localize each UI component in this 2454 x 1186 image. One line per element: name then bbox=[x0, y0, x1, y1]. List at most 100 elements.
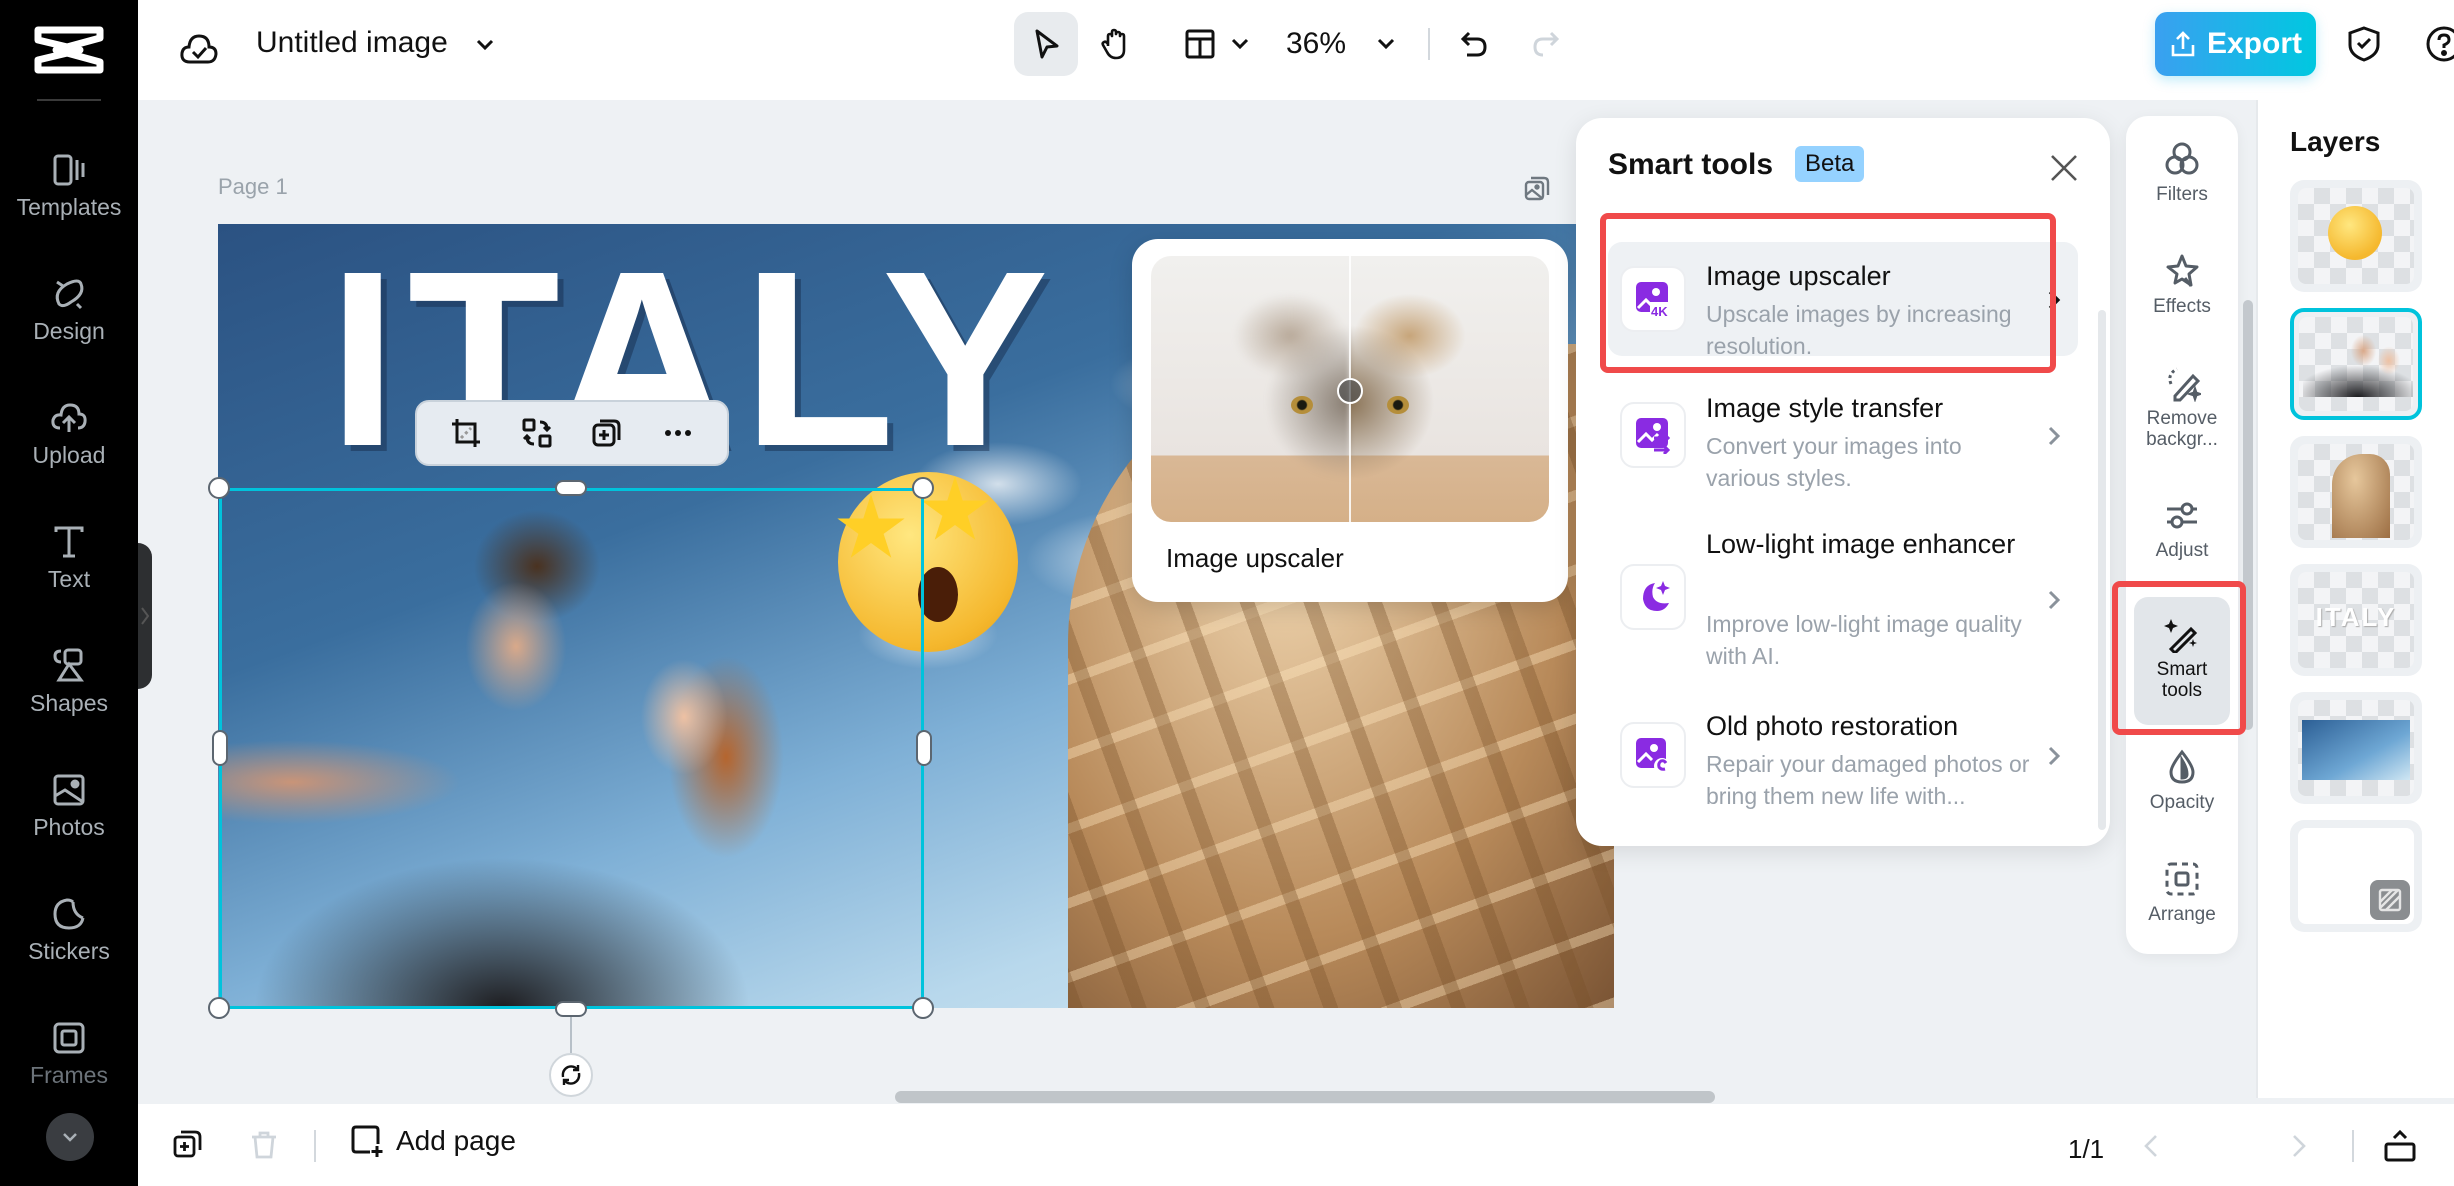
help-button[interactable] bbox=[2422, 22, 2454, 66]
sidebar-item-design[interactable]: Design bbox=[0, 274, 138, 345]
sidebar-item-stickers[interactable]: Stickers bbox=[0, 894, 138, 965]
hand-icon bbox=[1101, 28, 1126, 60]
rotate-connector bbox=[570, 1017, 572, 1053]
next-page-button[interactable] bbox=[2282, 1130, 2314, 1162]
strip-item-effects[interactable]: Effects bbox=[2134, 252, 2230, 352]
redo-button[interactable] bbox=[1520, 18, 1572, 70]
resize-handle-bottom-right[interactable] bbox=[912, 997, 934, 1019]
add-page-button[interactable]: Add page bbox=[350, 1124, 516, 1158]
layout-icon bbox=[1185, 29, 1215, 59]
panel-scrollbar[interactable] bbox=[2098, 310, 2106, 830]
page-duplicate-icon[interactable] bbox=[1522, 173, 1552, 203]
style-transfer-icon bbox=[1620, 402, 1686, 468]
preview-before-half bbox=[1151, 256, 1350, 522]
strip-item-adjust[interactable]: Adjust bbox=[2134, 496, 2230, 596]
magic-wand-icon bbox=[2164, 619, 2198, 653]
layer-item-background[interactable] bbox=[2290, 820, 2422, 932]
opacity-drop-icon bbox=[2169, 749, 2195, 784]
sidebar-item-shapes[interactable]: Shapes bbox=[0, 646, 138, 717]
templates-icon bbox=[53, 154, 85, 186]
strip-label: Adjust bbox=[2155, 540, 2209, 561]
chevron-right-icon bbox=[2048, 290, 2061, 310]
duplicate-page-button[interactable] bbox=[166, 1122, 210, 1166]
layout-tool-button[interactable] bbox=[1174, 18, 1226, 70]
resize-handle-left[interactable] bbox=[212, 730, 228, 766]
more-options-button[interactable] bbox=[656, 411, 700, 455]
tool-item-old-photo-restoration[interactable]: Old photo restoration Repair your damage… bbox=[1608, 700, 2078, 816]
low-light-moon-icon bbox=[1620, 564, 1686, 630]
duplicate-button[interactable] bbox=[585, 411, 629, 455]
resize-handle-bottom-left[interactable] bbox=[208, 997, 230, 1019]
replace-button[interactable] bbox=[515, 411, 559, 455]
sidebar-item-photos[interactable]: Photos bbox=[0, 770, 138, 841]
bottom-divider bbox=[2352, 1130, 2354, 1162]
strip-item-opacity[interactable]: Opacity bbox=[2134, 748, 2230, 848]
strip-item-arrange[interactable]: Arrange bbox=[2134, 860, 2230, 960]
expand-pages-button[interactable] bbox=[2378, 1124, 2422, 1168]
tower-thumbnail bbox=[2332, 454, 2390, 538]
cloud-saved-icon[interactable] bbox=[178, 28, 220, 70]
stickers-icon bbox=[53, 898, 85, 930]
resize-handle-top-right[interactable] bbox=[912, 477, 934, 499]
rotate-handle[interactable] bbox=[549, 1053, 593, 1097]
hand-tool-button[interactable] bbox=[1084, 12, 1148, 76]
previous-page-button[interactable] bbox=[2136, 1130, 2168, 1162]
tool-item-image-style-transfer[interactable]: Image style transfer Convert your images… bbox=[1608, 380, 2078, 494]
undo-button[interactable] bbox=[1448, 18, 1500, 70]
cat-eye bbox=[1291, 396, 1313, 414]
resize-handle-top[interactable] bbox=[555, 480, 587, 496]
document-title[interactable]: Untitled image bbox=[256, 26, 448, 60]
strip-item-remove-background[interactable]: Remove backgr... bbox=[2134, 364, 2230, 476]
chevron-down-icon[interactable] bbox=[1226, 30, 1254, 58]
layer-item-tower[interactable] bbox=[2290, 436, 2422, 548]
tool-name: Old photo restoration bbox=[1706, 711, 1959, 741]
layer-item-italy-text[interactable]: ITALY bbox=[2290, 564, 2422, 676]
strip-label: Effects bbox=[2153, 296, 2211, 317]
sidebar-collapse-tab[interactable] bbox=[138, 543, 152, 689]
background-badge bbox=[2370, 880, 2410, 920]
tool-preview-card: Image upscaler bbox=[1132, 239, 1568, 602]
strip-item-smart-tools[interactable]: Smart tools bbox=[2134, 597, 2230, 725]
select-tool-button[interactable] bbox=[1014, 12, 1078, 76]
export-button[interactable]: Export bbox=[2155, 12, 2316, 76]
sidebar-item-upload[interactable]: Upload bbox=[0, 398, 138, 469]
horizontal-scrollbar[interactable] bbox=[895, 1091, 1715, 1103]
tool-desc: Repair your damaged photos or bring them… bbox=[1706, 751, 2030, 809]
resize-handle-bottom[interactable] bbox=[555, 1001, 587, 1017]
resize-handle-right[interactable] bbox=[916, 730, 932, 766]
tool-strip-scrollbar[interactable] bbox=[2243, 300, 2253, 730]
tool-item-low-light-enhancer[interactable]: Low-light image enhancer Improve low-lig… bbox=[1608, 522, 2078, 682]
layer-item-emoji[interactable] bbox=[2290, 180, 2422, 292]
tool-item-image-upscaler[interactable]: 4K Image upscaler Upscale images by incr… bbox=[1608, 242, 2078, 359]
sidebar-item-text[interactable]: Text bbox=[0, 522, 138, 593]
shield-button[interactable] bbox=[2342, 22, 2386, 66]
strip-item-filters[interactable]: Filters bbox=[2134, 140, 2230, 240]
capcut-logo[interactable] bbox=[30, 22, 108, 78]
duplicate-icon bbox=[592, 419, 621, 447]
more-horizontal-icon bbox=[664, 430, 691, 436]
sidebar-item-templates[interactable]: Templates bbox=[0, 150, 138, 221]
upscaler-preview-image bbox=[1151, 256, 1549, 522]
layer-item-couple[interactable] bbox=[2290, 308, 2422, 420]
resize-handle-top-left[interactable] bbox=[208, 477, 230, 499]
layer-item-sky[interactable] bbox=[2290, 692, 2422, 804]
undo-icon bbox=[1460, 31, 1487, 57]
close-icon[interactable] bbox=[2046, 150, 2082, 186]
replace-swap-icon bbox=[522, 418, 552, 448]
delete-page-button[interactable] bbox=[242, 1122, 286, 1166]
preview-after-half bbox=[1350, 256, 1549, 522]
rotate-icon bbox=[561, 1065, 581, 1085]
zoom-dropdown-chevron-icon[interactable] bbox=[1372, 30, 1400, 58]
property-tool-strip: Filters Effects Remove backgr... Adjust … bbox=[2126, 116, 2238, 954]
zoom-level[interactable]: 36% bbox=[1286, 27, 1346, 61]
top-bar: Untitled image 36% Export bbox=[138, 0, 2454, 100]
layer-thumbnail bbox=[2298, 700, 2414, 796]
sidebar-more-button[interactable] bbox=[46, 1113, 94, 1161]
adjust-sliders-icon bbox=[2167, 502, 2197, 529]
chevron-down-icon[interactable] bbox=[470, 30, 500, 60]
shield-check-icon bbox=[2348, 26, 2380, 62]
chevron-right-icon bbox=[141, 607, 150, 625]
crop-button[interactable] bbox=[444, 411, 488, 455]
sidebar-item-frames[interactable]: Frames bbox=[0, 1018, 138, 1089]
shapes-icon bbox=[53, 648, 84, 682]
